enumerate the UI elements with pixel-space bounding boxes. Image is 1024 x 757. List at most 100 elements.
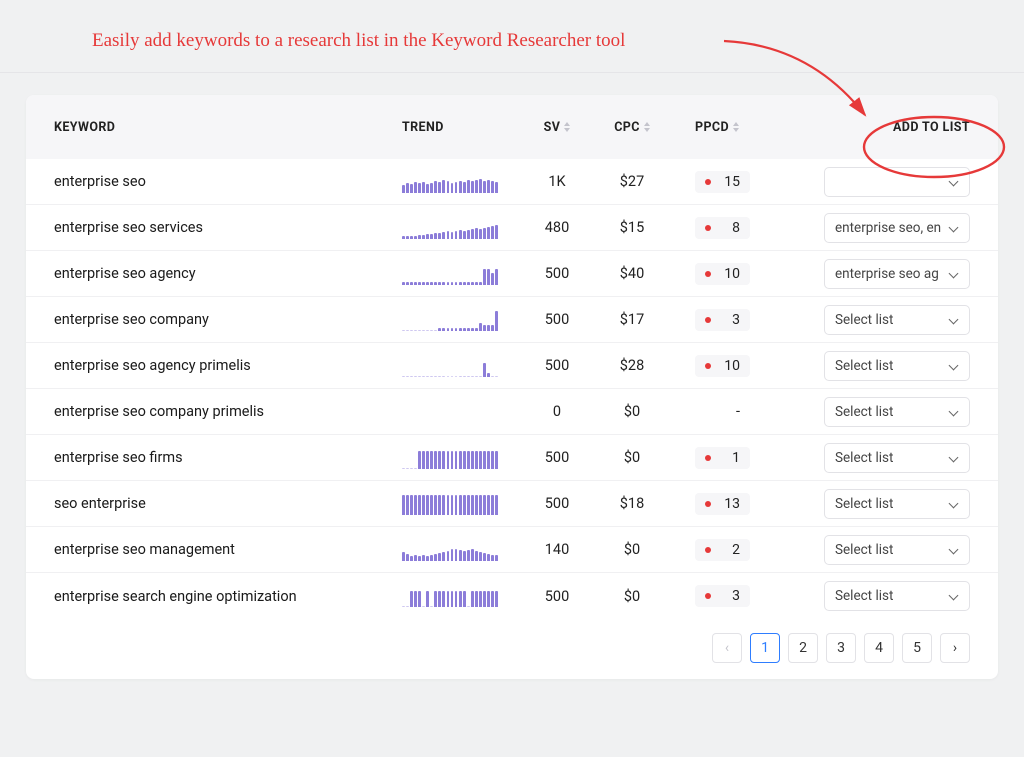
add-to-list-select[interactable]	[824, 167, 970, 197]
table-row: enterprise seo company500$173Select list	[26, 297, 998, 343]
add-to-list-cell: Select list	[762, 581, 970, 611]
ppcd-cell: -	[672, 403, 762, 420]
ppcd-cell: 3	[672, 585, 762, 607]
top-divider	[0, 72, 1024, 73]
trend-cell	[402, 493, 522, 515]
keyword-cell: enterprise seo agency	[54, 265, 402, 282]
add-to-list-cell: Select list	[762, 535, 970, 565]
chevron-down-icon	[949, 499, 959, 509]
ppcd-value: 3	[720, 312, 740, 328]
add-to-list-select[interactable]: Select list	[824, 397, 970, 427]
trend-sparkline	[402, 309, 498, 331]
trend-cell	[402, 447, 522, 469]
trend-sparkline	[402, 171, 498, 193]
column-header-sv-label: SV	[544, 120, 561, 135]
trend-sparkline	[402, 585, 498, 607]
ppcd-dot-icon	[705, 179, 711, 185]
column-header-ppcd[interactable]: PPCD	[672, 120, 762, 135]
add-to-list-select[interactable]: Select list	[824, 443, 970, 473]
chevron-down-icon	[949, 223, 959, 233]
ppcd-dot-icon	[705, 225, 711, 231]
column-header-sv[interactable]: SV	[522, 120, 592, 135]
ppcd-dot-icon	[705, 593, 711, 599]
table-row: enterprise seo agency primelis500$2810Se…	[26, 343, 998, 389]
pagination-page[interactable]: 4	[864, 633, 894, 663]
select-value: enterprise seo, en	[835, 220, 941, 236]
ppcd-value: 13	[720, 496, 740, 512]
chevron-down-icon	[949, 177, 959, 187]
add-to-list-select[interactable]: Select list	[824, 581, 970, 611]
sort-icon	[733, 122, 739, 132]
ppcd-cell: 13	[672, 493, 762, 515]
select-value: Select list	[835, 404, 893, 420]
table-row: enterprise seo firms500$01Select list	[26, 435, 998, 481]
add-to-list-cell: enterprise seo, en	[762, 213, 970, 243]
keyword-cell: enterprise seo agency primelis	[54, 357, 402, 374]
chevron-down-icon	[949, 591, 959, 601]
trend-sparkline	[402, 493, 498, 515]
chevron-left-icon: ‹	[725, 640, 729, 656]
column-header-cpc[interactable]: CPC	[592, 120, 672, 135]
keyword-cell: seo enterprise	[54, 495, 402, 512]
ppcd-pill: 3	[695, 585, 750, 607]
column-header-add-to-list: ADD TO LIST	[762, 120, 970, 135]
select-value: enterprise seo ag	[835, 266, 939, 282]
sv-cell: 0	[522, 403, 592, 420]
chevron-right-icon: ›	[953, 640, 957, 656]
add-to-list-select[interactable]: enterprise seo ag	[824, 259, 970, 289]
add-to-list-select[interactable]: Select list	[824, 489, 970, 519]
select-value	[835, 174, 838, 190]
cpc-cell: $27	[592, 173, 672, 190]
chevron-down-icon	[949, 361, 959, 371]
pagination-page[interactable]: 1	[750, 633, 780, 663]
ppcd-pill: 2	[695, 539, 750, 561]
sv-cell: 500	[522, 449, 592, 466]
add-to-list-cell: Select list	[762, 489, 970, 519]
add-to-list-cell: Select list	[762, 351, 970, 381]
select-value: Select list	[835, 588, 893, 604]
sv-cell: 1K	[522, 173, 592, 190]
add-to-list-cell	[762, 167, 970, 197]
sv-cell: 500	[522, 495, 592, 512]
add-to-list-select[interactable]: Select list	[824, 305, 970, 335]
table-header: KEYWORD TREND SV CPC PPCD ADD TO LIST	[26, 95, 998, 159]
column-header-trend[interactable]: TREND	[402, 120, 522, 135]
ppcd-pill: 13	[695, 493, 750, 515]
add-to-list-select[interactable]: Select list	[824, 535, 970, 565]
keyword-cell: enterprise seo management	[54, 541, 402, 558]
pagination-page[interactable]: 5	[902, 633, 932, 663]
ppcd-value: 2	[720, 542, 740, 558]
ppcd-dot-icon	[705, 317, 711, 323]
ppcd-value: 10	[720, 266, 740, 282]
select-value: Select list	[835, 450, 893, 466]
ppcd-value: 8	[720, 220, 740, 236]
pagination-page[interactable]: 3	[826, 633, 856, 663]
cpc-cell: $0	[592, 541, 672, 558]
add-to-list-select[interactable]: Select list	[824, 351, 970, 381]
trend-cell	[402, 401, 522, 423]
table-row: enterprise search engine optimization500…	[26, 573, 998, 619]
ppcd-cell: 8	[672, 217, 762, 239]
add-to-list-select[interactable]: enterprise seo, en	[824, 213, 970, 243]
keyword-cell: enterprise seo company primelis	[54, 403, 402, 420]
ppcd-dot-icon	[705, 455, 711, 461]
ppcd-cell: 15	[672, 171, 762, 193]
pagination-next[interactable]: ›	[940, 633, 970, 663]
sv-cell: 500	[522, 588, 592, 605]
sv-cell: 500	[522, 265, 592, 282]
ppcd-cell: 10	[672, 355, 762, 377]
ppcd-dot-icon	[705, 547, 711, 553]
sort-icon	[564, 122, 570, 132]
cpc-cell: $18	[592, 495, 672, 512]
column-header-keyword[interactable]: KEYWORD	[54, 120, 402, 135]
cpc-cell: $17	[592, 311, 672, 328]
add-to-list-cell: Select list	[762, 397, 970, 427]
ppcd-pill: 1	[695, 447, 750, 469]
table-row: enterprise seo1K$2715	[26, 159, 998, 205]
sv-cell: 500	[522, 357, 592, 374]
pagination-page[interactable]: 2	[788, 633, 818, 663]
annotation-text: Easily add keywords to a research list i…	[92, 30, 625, 52]
pagination-prev[interactable]: ‹	[712, 633, 742, 663]
trend-cell	[402, 585, 522, 607]
keyword-cell: enterprise seo company	[54, 311, 402, 328]
